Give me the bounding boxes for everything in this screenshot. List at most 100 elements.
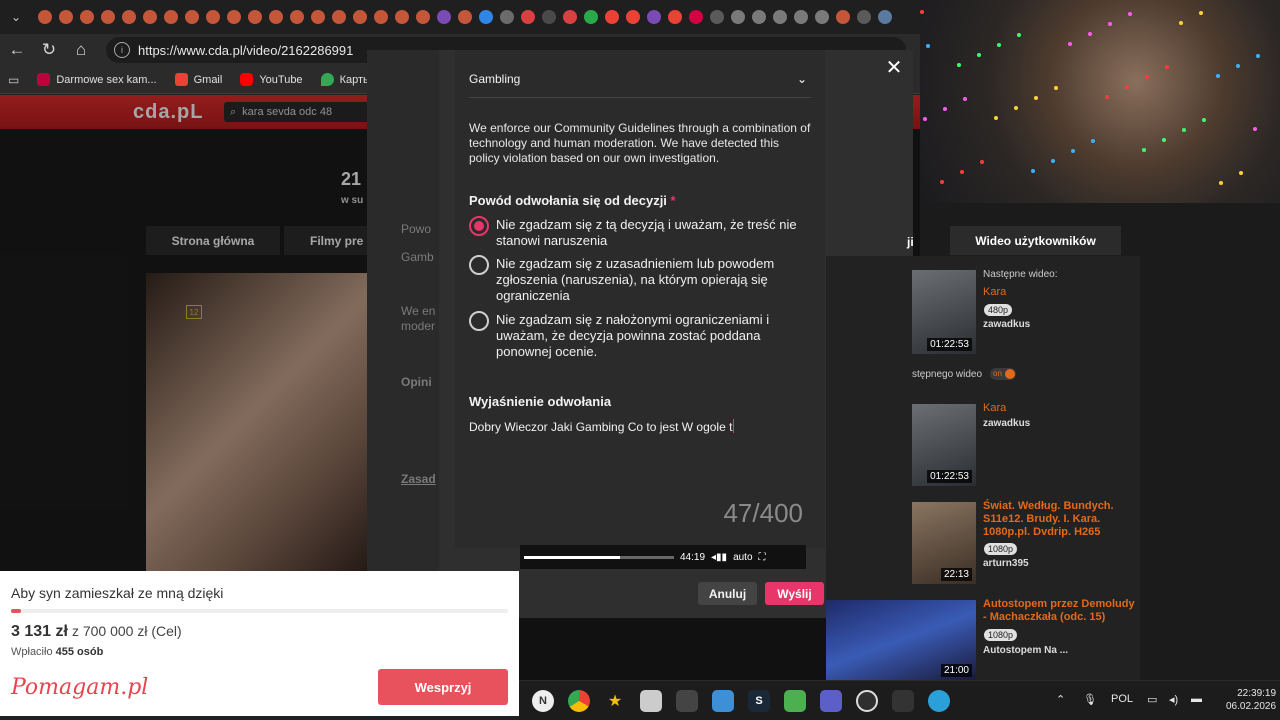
pinned-tab[interactable] [622,0,643,34]
submit-button[interactable]: Wyślij [765,582,824,605]
star-icon[interactable]: ★ [604,690,626,712]
pinned-tab[interactable] [517,0,538,34]
pinned-tab[interactable] [580,0,601,34]
volume-icon[interactable]: ◂▮▮ [711,552,727,563]
bookmark-youtube[interactable]: YouTube [240,73,303,86]
video-uploader[interactable]: zawadkus [983,319,1030,330]
pinned-tab[interactable] [76,0,97,34]
pinned-tab[interactable] [790,0,811,34]
tab-search-dropdown-icon[interactable]: ⌄ [6,7,26,27]
pinned-tab[interactable] [832,0,853,34]
pinned-tab[interactable] [433,0,454,34]
pinned-tab[interactable] [34,0,55,34]
pinned-tab[interactable] [139,0,160,34]
radio-unselected[interactable] [469,311,489,331]
pinned-tab[interactable] [391,0,412,34]
pinned-tab[interactable] [412,0,433,34]
network-icon[interactable]: ▭ [1147,693,1157,706]
reason-option-3[interactable]: Nie zgadzam się z nałożonymi ograniczeni… [469,311,809,360]
pinned-tab[interactable] [328,0,349,34]
pinned-tab[interactable] [97,0,118,34]
pinned-tab[interactable] [454,0,475,34]
microphone-icon[interactable]: 🎙 [1083,693,1097,706]
pinned-tab[interactable] [496,0,517,34]
video-title[interactable]: Kara [983,402,1006,415]
donate-button[interactable]: Wesprzyj [378,669,508,705]
reload-icon[interactable]: ↻ [34,35,64,65]
site-info-icon[interactable]: i [114,42,130,58]
bookmark-gmail[interactable]: Gmail [174,73,222,86]
tray-chevron-icon[interactable]: ⌃ [1056,693,1065,706]
pinned-tab[interactable] [727,0,748,34]
tab-user-videos[interactable]: Wideo użytkowników [950,226,1121,255]
video-thumbnail[interactable]: 21:00 [826,600,976,680]
pinned-tab[interactable] [202,0,223,34]
video-uploader[interactable]: zawadkus [983,418,1030,429]
radio-selected[interactable] [469,216,489,236]
seek-bar[interactable] [524,555,674,559]
quality-select[interactable]: auto [733,552,752,563]
reason-option-2[interactable]: Nie zgadzam się z uzasadnieniem lub powo… [469,255,809,304]
pinned-tab[interactable] [55,0,76,34]
globe-icon[interactable] [928,690,950,712]
pinned-tab[interactable] [118,0,139,34]
video-uploader[interactable]: arturn395 [983,558,1029,569]
fullscreen-icon[interactable]: ⛶ [759,552,766,563]
video-thumbnail[interactable]: 22:13 [912,502,976,584]
pinned-tab[interactable] [601,0,622,34]
pinned-tab[interactable] [160,0,181,34]
pinned-tab[interactable] [286,0,307,34]
video-title[interactable]: Autostopem przez Demoludy - Machaczkała … [983,598,1139,624]
pinned-tab[interactable] [685,0,706,34]
pinned-tab[interactable] [349,0,370,34]
teams-icon[interactable] [820,690,842,712]
language-indicator[interactable]: POL [1111,693,1133,705]
pinned-tab[interactable] [538,0,559,34]
video-title[interactable]: Kara [983,286,1006,299]
pinned-tab[interactable] [370,0,391,34]
category-select[interactable]: Gambling ⌄ [469,60,811,98]
explanation-textarea[interactable]: Dobry Wieczor Jaki Gambing Co to jest W … [469,419,735,434]
reason-option-1[interactable]: Nie zgadzam się z tą decyzją i uważam, ż… [469,216,809,249]
bookmark-maps[interactable]: Карты [320,73,371,86]
pinned-tab[interactable] [664,0,685,34]
pinned-tab[interactable] [307,0,328,34]
bookmark-0[interactable]: Darmowe sex kam... [37,73,157,86]
pinned-tab[interactable] [265,0,286,34]
chrome-icon[interactable] [568,690,590,712]
video-thumbnail[interactable]: 01:22:53 [912,270,976,354]
close-icon[interactable]: ✕ [884,58,904,78]
video-title[interactable]: Świat. Według. Bundych. S11e12. Brudy. I… [983,500,1139,539]
pinned-tab[interactable] [643,0,664,34]
video-thumbnail[interactable]: 01:22:53 [912,404,976,486]
hand-icon[interactable] [892,690,914,712]
pinned-tab[interactable] [748,0,769,34]
back-icon[interactable]: ← [2,35,32,65]
pinned-tab[interactable] [475,0,496,34]
pinned-tab[interactable] [223,0,244,34]
pinned-tab[interactable] [853,0,874,34]
battery-icon[interactable]: ▬ [1191,693,1202,705]
pinned-tab[interactable] [769,0,790,34]
volume-icon[interactable]: ◂) [1169,693,1178,706]
minecraft-icon[interactable] [784,690,806,712]
video-uploader[interactable]: Autostopem Na ... [983,645,1068,656]
package-icon[interactable] [640,690,662,712]
app-icon[interactable] [676,690,698,712]
cancel-button[interactable]: Anuluj [698,582,757,605]
radio-unselected[interactable] [469,255,489,275]
browser-n-icon[interactable]: N [532,690,554,712]
pinned-tab[interactable] [706,0,727,34]
pinned-tab[interactable] [811,0,832,34]
home-icon[interactable]: ⌂ [66,35,96,65]
pinned-tab[interactable] [559,0,580,34]
photos-icon[interactable] [712,690,734,712]
pinned-tab[interactable] [181,0,202,34]
steam-icon[interactable]: S [748,690,770,712]
autoplay-toggle[interactable]: on [990,368,1016,380]
system-clock[interactable]: 22:39:19 06.02.2026 [1226,687,1276,713]
obs-icon[interactable] [856,690,878,712]
pinned-tab[interactable] [874,0,895,34]
apps-icon[interactable]: ▭ [8,73,19,87]
pinned-tab[interactable] [244,0,265,34]
